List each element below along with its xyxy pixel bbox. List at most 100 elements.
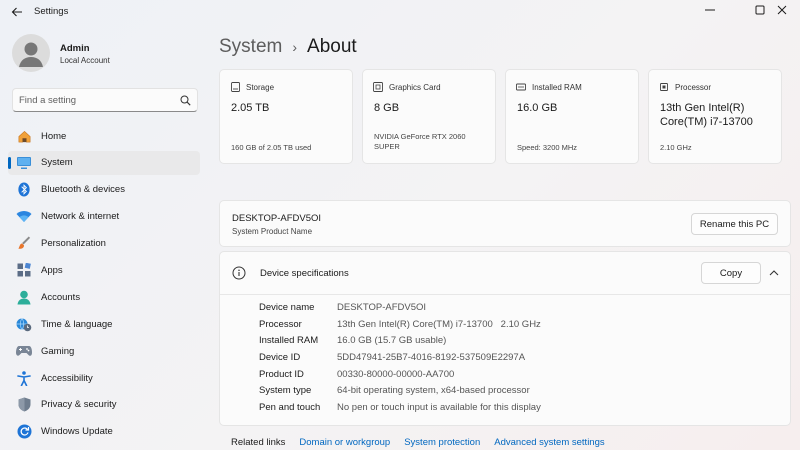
sidebar-item-label: Accounts xyxy=(41,291,81,303)
spec-value: No pen or touch input is available for t… xyxy=(337,402,541,414)
device-specifications-panel: Device specifications Copy Device name D… xyxy=(219,251,791,426)
sidebar-item-label: Accessibility xyxy=(41,372,93,384)
apps-icon xyxy=(16,262,32,278)
info-icon xyxy=(232,266,246,280)
sidebar-item-personalization[interactable]: Personalization xyxy=(8,232,200,256)
spec-value: DESKTOP-AFDV5OI xyxy=(337,302,427,313)
card-value: 16.0 GB xyxy=(517,102,558,114)
breadcrumb: System › About xyxy=(219,34,357,60)
avatar xyxy=(12,34,50,72)
spec-label: Device name xyxy=(259,302,315,313)
ram-card[interactable]: Installed RAM 16.0 GB Speed: 3200 MHz xyxy=(505,69,639,164)
spec-label: Installed RAM xyxy=(259,335,319,347)
sidebar-item-label: Apps xyxy=(41,264,63,276)
card-title: Storage xyxy=(246,82,275,92)
copy-button[interactable]: Copy xyxy=(701,262,761,284)
app-title: Settings xyxy=(34,6,69,17)
ram-icon xyxy=(516,82,526,92)
sidebar-item-label: Home xyxy=(41,130,67,142)
spec-value: 00330-80000-00000-AA700 xyxy=(337,368,455,380)
domain-workgroup-link[interactable]: Domain or workgroup xyxy=(299,437,390,450)
brush-icon xyxy=(16,236,32,252)
sidebar-item-label: Windows Update xyxy=(41,426,113,438)
sidebar-item-label: Personalization xyxy=(41,238,106,250)
card-title: Processor xyxy=(675,82,712,92)
home-icon xyxy=(16,128,32,144)
sidebar-item-label: Gaming xyxy=(41,345,75,357)
breadcrumb-parent[interactable]: System xyxy=(219,36,282,58)
related-links: Related links Domain or workgroup System… xyxy=(231,437,619,450)
sidebar-item-network[interactable]: Network & internet xyxy=(8,205,200,229)
back-arrow-icon xyxy=(11,7,22,17)
card-sub: 2.10 GHz xyxy=(660,143,692,152)
sidebar-item-label: Bluetooth & devices xyxy=(41,184,125,196)
spec-label: Product ID xyxy=(259,368,304,380)
user-card[interactable]: Admin Local Account xyxy=(12,34,202,74)
sidebar-item-gaming[interactable]: Gaming xyxy=(8,339,200,363)
sidebar-item-time-language[interactable]: Time & language xyxy=(8,312,200,336)
search-box[interactable] xyxy=(12,88,198,112)
card-value: 2.05 TB xyxy=(231,102,270,114)
spec-value: 13th Gen Intel(R) Core(TM) i7-13700 2.10… xyxy=(337,318,541,330)
storage-card[interactable]: Storage 2.05 TB 160 GB of 2.05 TB used xyxy=(219,69,353,164)
section-title: Device specifications xyxy=(260,268,349,279)
bluetooth-icon xyxy=(16,182,32,198)
chevron-right-icon: › xyxy=(292,39,298,55)
spec-label: Pen and touch xyxy=(259,402,321,414)
sidebar-item-apps[interactable]: Apps xyxy=(8,258,200,282)
spec-label: System type xyxy=(259,385,312,397)
spec-value: 16.0 GB (15.7 GB usable) xyxy=(337,335,447,347)
graphics-card-icon xyxy=(373,82,383,92)
search-icon[interactable] xyxy=(180,95,191,106)
processor-card[interactable]: Processor 13th Gen Intel(R) Core(TM) i7-… xyxy=(648,69,782,164)
system-icon xyxy=(16,155,32,171)
card-sub: NVIDIA GeForce RTX 2060 SUPER xyxy=(374,132,466,151)
sidebar-item-accessibility[interactable]: Accessibility xyxy=(8,366,200,390)
sidebar-item-system[interactable]: System xyxy=(8,150,200,175)
sidebar-item-home[interactable]: Home xyxy=(8,124,200,148)
system-protection-link[interactable]: System protection xyxy=(404,437,480,450)
shield-icon xyxy=(16,397,32,413)
close-button[interactable] xyxy=(764,0,800,20)
search-input[interactable] xyxy=(19,93,179,108)
sidebar-item-label: System xyxy=(41,157,73,169)
user-name: Admin xyxy=(60,43,90,54)
sidebar-item-accounts[interactable]: Accounts xyxy=(8,285,200,309)
sidebar-nav: Home System Bluetooth & devices Network … xyxy=(8,124,200,447)
spec-value: 64-bit operating system, x64-based proce… xyxy=(337,385,530,397)
processor-icon xyxy=(659,82,669,92)
globe-clock-icon xyxy=(16,316,32,332)
wifi-icon xyxy=(16,209,32,225)
user-icon xyxy=(19,42,43,67)
sidebar-item-label: Privacy & security xyxy=(41,399,117,411)
minimize-icon xyxy=(705,9,715,11)
rename-pc-button[interactable]: Rename this PC xyxy=(691,213,778,235)
graphics-card[interactable]: Graphics Card 8 GB NVIDIA GeForce RTX 20… xyxy=(362,69,496,164)
update-icon xyxy=(16,424,32,440)
back-button[interactable] xyxy=(8,3,26,21)
sidebar-item-windows-update[interactable]: Windows Update xyxy=(8,420,200,444)
card-value: 13th Gen Intel(R) Core(TM) i7-13700 xyxy=(660,102,753,128)
title-bar: Settings xyxy=(0,0,800,24)
card-sub: 160 GB of 2.05 TB used xyxy=(231,143,312,152)
settings-window: Settings Admin Local Account Find a sett… xyxy=(0,0,800,450)
accessibility-icon xyxy=(16,370,32,386)
collapse-button[interactable] xyxy=(765,264,783,282)
card-title: Graphics Card xyxy=(389,82,441,92)
gamepad-icon xyxy=(16,343,32,359)
card-title: Installed RAM xyxy=(532,82,582,92)
sidebar-item-privacy-security[interactable]: Privacy & security xyxy=(8,393,200,417)
minimize-button[interactable] xyxy=(692,0,728,20)
storage-icon xyxy=(230,82,240,92)
close-icon xyxy=(777,5,787,15)
spec-value: 5DD47941-25B7-4016-8192-537509E2297A xyxy=(337,352,526,364)
sidebar-item-bluetooth[interactable]: Bluetooth & devices xyxy=(8,178,200,202)
pc-description: System Product Name xyxy=(232,227,313,236)
advanced-system-settings-link[interactable]: Advanced system settings xyxy=(494,437,604,450)
page-title: About xyxy=(307,36,357,57)
card-sub: Speed: 3200 MHz xyxy=(517,143,578,152)
sidebar-item-label: Time & language xyxy=(41,318,113,330)
chevron-up-icon xyxy=(769,270,779,276)
device-specifications-header[interactable]: Device specifications Copy xyxy=(220,252,790,295)
pc-name: DESKTOP-AFDV5OI xyxy=(232,213,322,224)
